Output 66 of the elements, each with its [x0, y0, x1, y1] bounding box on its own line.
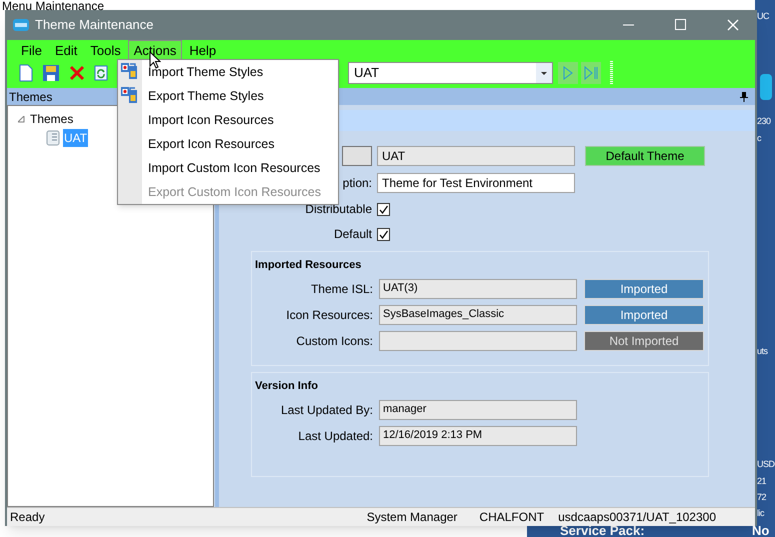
background-text: USD: [757, 458, 775, 471]
menu-item[interactable]: Tools: [84, 40, 127, 60]
background-text: c: [757, 132, 761, 145]
background-text: UC: [757, 10, 769, 23]
new-document-icon[interactable]: [19, 64, 33, 82]
maximize-icon[interactable]: [675, 19, 687, 31]
service-pack-label: Service Pack:: [560, 523, 645, 537]
menu-item[interactable]: Actions: [128, 40, 182, 60]
menu-entry[interactable]: Export Theme Styles: [142, 84, 338, 108]
status-text: Ready: [10, 509, 46, 526]
delete-icon[interactable]: [69, 65, 85, 81]
refresh-icon[interactable]: [94, 65, 108, 81]
menu-item[interactable]: Help: [183, 40, 222, 60]
background-text: 21: [757, 475, 766, 488]
field-label: Theme ISL:: [310, 280, 373, 298]
value-field: manager: [379, 400, 577, 420]
status-text: CHALFONT: [479, 509, 544, 526]
toolbar-grip-icon: [610, 61, 613, 85]
tree-item[interactable]: Themes: [30, 110, 74, 128]
theme-transfer-icon: [121, 87, 137, 103]
theme-transfer-icon: [121, 63, 137, 79]
dropdown-caret-icon: [536, 63, 552, 83]
status-badge: Imported: [584, 278, 704, 298]
status-badge: Imported: [584, 304, 704, 324]
status-text: usdcaaps00371/UAT_102300: [558, 509, 716, 526]
window-title: Theme Maintenance: [35, 16, 154, 34]
value-field: 12/16/2019 2:13 PM: [379, 426, 577, 446]
app-icon: [13, 18, 29, 32]
field-label: Default: [332, 226, 372, 243]
background-text: uts: [757, 345, 768, 358]
value-field: UAT(3): [379, 278, 577, 298]
status-badge: Not Imported: [584, 330, 704, 350]
field-label: ption:: [342, 175, 372, 192]
field-label: Custom Icons:: [295, 332, 373, 350]
group-title: Version Info: [255, 380, 318, 392]
default-theme-badge: Default Theme: [585, 146, 705, 166]
theme-select[interactable]: UAT: [348, 62, 553, 84]
group-title: Imported Resources: [255, 259, 362, 271]
field-label: Last Updated By:: [280, 402, 373, 418]
name-field[interactable]: UAT: [377, 146, 575, 166]
expander-icon[interactable]: [18, 116, 25, 122]
menu-entry[interactable]: Import Custom Icon Resources: [142, 156, 338, 180]
background-text: lic: [757, 507, 764, 520]
menu-entry[interactable]: Export Icon Resources: [142, 132, 338, 156]
menu-item[interactable]: Edit: [48, 40, 84, 60]
menu-item[interactable]: File: [15, 40, 48, 60]
checkbox[interactable]: [377, 228, 390, 240]
field-label: Icon Resources:: [285, 306, 373, 324]
menu-entry[interactable]: Import Theme Styles: [142, 60, 338, 84]
field-label: Last Updated:: [297, 428, 373, 444]
background-text: 72: [757, 491, 766, 504]
status-text: System Manager: [366, 509, 458, 526]
value-field: SysBaseImages_Classic: [379, 304, 577, 324]
theme-file-icon: [46, 130, 60, 146]
background-heading: Menu Maintenance: [2, 0, 104, 15]
close-icon[interactable]: [727, 19, 739, 31]
checkbox[interactable]: [377, 202, 390, 216]
panel-title: Themes: [9, 88, 52, 106]
name-lookup-button[interactable]: [342, 146, 372, 166]
pin-icon[interactable]: [740, 92, 748, 102]
background-text: 230: [757, 115, 771, 128]
service-pack-value: No: [752, 522, 770, 537]
menu-entry[interactable]: Import Icon Resources: [142, 108, 338, 132]
save-icon[interactable]: [42, 64, 60, 82]
field-label: Distributable: [304, 201, 372, 218]
description-field[interactable]: Theme for Test Environment: [377, 173, 575, 193]
